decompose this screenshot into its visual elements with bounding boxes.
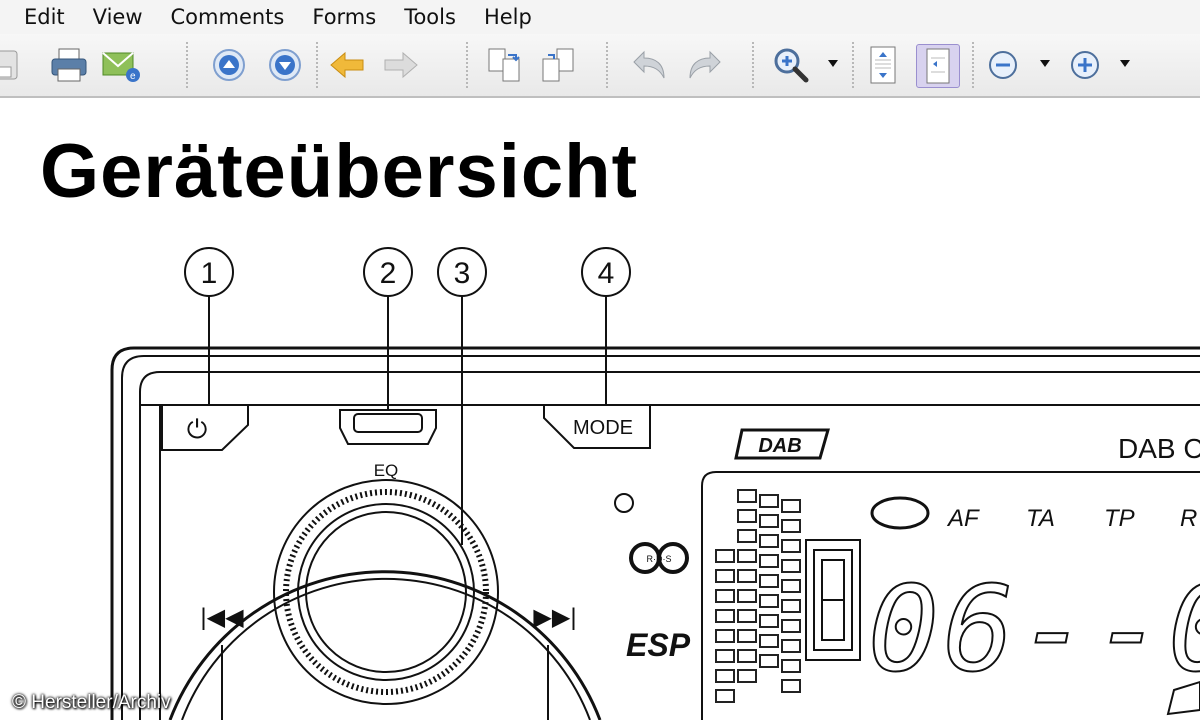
extract-pages-icon (486, 45, 524, 85)
menu-tools[interactable]: Tools (404, 5, 456, 29)
toolbar-separator (466, 42, 468, 88)
toolbar-separator (972, 42, 974, 88)
eq-button: EQ (339, 409, 437, 480)
menu-view[interactable]: View (93, 5, 143, 29)
device-diagram: 1 2 3 4 ⏻ EQ MODE |◀◀ ▶▶| R·D·S ESP DAB … (110, 247, 1200, 720)
toolbar-separator (606, 42, 608, 88)
svg-text:1: 1 (201, 257, 218, 290)
svg-text:3: 3 (454, 257, 471, 290)
fit-page-icon (865, 44, 901, 86)
back-button[interactable] (326, 44, 368, 86)
esp-label: ESP (626, 627, 691, 663)
power-button: ⏻ (161, 404, 249, 451)
lcd-display: AF TA TP R 06--0 (701, 471, 1200, 720)
forward-icon (383, 50, 419, 80)
fit-page-button[interactable] (862, 44, 904, 86)
toolbar-separator (752, 42, 754, 88)
save-icon (0, 47, 21, 83)
undo-button[interactable] (628, 44, 670, 86)
insert-pages-button[interactable] (538, 44, 580, 86)
next-page-button[interactable] (264, 44, 306, 86)
toolbar: e (0, 34, 1200, 98)
zoom-in-button[interactable] (1064, 44, 1106, 86)
zoom-in-dropdown-arrow[interactable] (1120, 60, 1130, 67)
zoom-out-dropdown-arrow[interactable] (1040, 60, 1050, 67)
zoom-out-button[interactable] (982, 44, 1024, 86)
document-page: Geräteübersicht 1 2 3 4 ⏻ EQ MODE |◀◀ ▶▶… (0, 98, 1200, 720)
previous-page-button[interactable] (208, 44, 250, 86)
cd-indicator-icon (870, 496, 930, 530)
toolbar-separator (186, 42, 188, 88)
forward-button[interactable] (380, 44, 422, 86)
print-icon (49, 47, 89, 83)
zoom-dropdown-arrow[interactable] (828, 60, 838, 67)
callout-4: 4 (581, 247, 631, 405)
svg-text:2: 2 (380, 257, 397, 290)
callout-3: 3 (437, 247, 487, 545)
dab-logo: DAB (734, 428, 830, 460)
menu-help[interactable]: Help (484, 5, 532, 29)
zoom-icon (772, 46, 810, 84)
mode-label: MODE (573, 417, 633, 439)
indicator-af: AF (946, 505, 980, 532)
indicator-tp: TP (1104, 505, 1135, 532)
back-icon (329, 50, 365, 80)
svg-text:R·D·S: R·D·S (647, 554, 672, 564)
print-button[interactable] (48, 44, 90, 86)
svg-text:4: 4 (598, 257, 615, 290)
menu-bar: Edit View Comments Forms Tools Help (0, 0, 1200, 34)
display-readout: 06--0 (868, 560, 1200, 698)
volume-knob (168, 479, 602, 720)
zoom-in-icon (1068, 48, 1102, 82)
toolbar-separator (852, 42, 854, 88)
menu-forms[interactable]: Forms (312, 5, 376, 29)
toolbar-separator (316, 42, 318, 88)
image-credit: © Hersteller/Archiv (12, 692, 171, 713)
zoom-tool-button[interactable] (770, 44, 812, 86)
status-led (614, 493, 634, 513)
fit-width-button[interactable] (916, 44, 960, 88)
undo-icon (630, 48, 668, 82)
fit-width-icon (921, 46, 955, 86)
svg-text:e: e (130, 71, 136, 82)
save-button[interactable] (0, 44, 24, 86)
model-text: DAB C (1118, 433, 1200, 464)
email-icon: e (101, 47, 141, 83)
callout-2: 2 (363, 247, 413, 412)
indicator-r: R (1180, 505, 1197, 532)
page-up-icon (212, 48, 246, 82)
callout-1: 1 (184, 247, 234, 412)
next-track-icon: ▶▶| (533, 604, 576, 631)
extract-pages-button[interactable] (484, 44, 526, 86)
insert-pages-icon (540, 45, 578, 85)
previous-track-icon: |◀◀ (200, 604, 244, 631)
menu-edit[interactable]: Edit (24, 5, 65, 29)
menu-comments[interactable]: Comments (171, 5, 285, 29)
page-down-icon (268, 48, 302, 82)
redo-icon (686, 48, 724, 82)
mode-button: MODE (543, 404, 651, 449)
zoom-out-icon (986, 48, 1020, 82)
indicator-ta: TA (1026, 505, 1055, 532)
email-button[interactable]: e (100, 44, 142, 86)
svg-text:DAB: DAB (758, 435, 801, 457)
rds-logo: R·D·S (629, 542, 689, 574)
redo-button[interactable] (684, 44, 726, 86)
eq-label: EQ (374, 461, 399, 480)
power-icon: ⏻ (187, 414, 208, 444)
